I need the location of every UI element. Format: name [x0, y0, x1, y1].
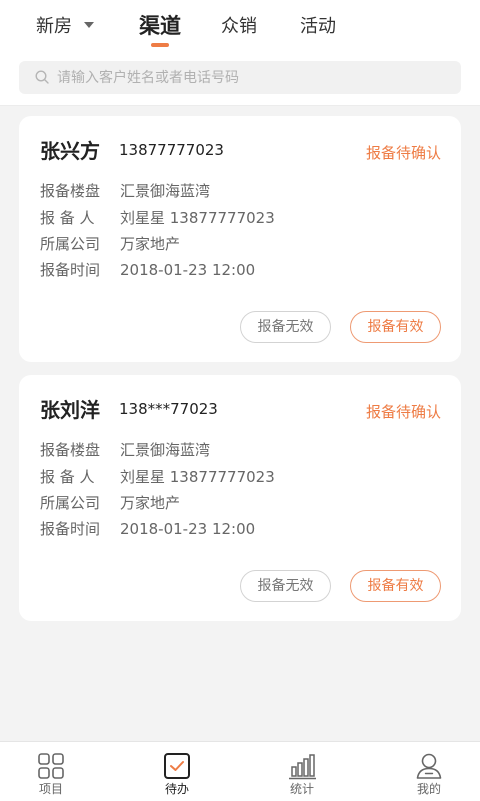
report-valid-button[interactable]: 报备有效: [350, 311, 441, 343]
customer-phone: 138***77023: [119, 400, 218, 418]
tabbar-item-wode[interactable]: 我的: [389, 742, 469, 801]
chevron-down-icon: [84, 22, 94, 28]
info-label: 报备楼盘: [40, 182, 101, 200]
info-row-project: 报备楼盘 汇景御海蓝湾: [40, 439, 210, 460]
tabbar-label: 项目: [38, 782, 63, 796]
tab-xinfang-label: 新房: [36, 16, 72, 37]
info-label: 报备时间: [40, 520, 101, 538]
tab-qudao[interactable]: 渠道: [139, 10, 181, 40]
report-valid-button[interactable]: 报备有效: [350, 570, 441, 602]
tab-xinfang[interactable]: 新房: [36, 12, 94, 38]
info-label: 报 备 人: [40, 468, 95, 486]
search-icon: [35, 70, 49, 84]
info-value: 汇景御海蓝湾: [120, 441, 211, 459]
active-tab-indicator: [151, 43, 169, 47]
info-value: 2018-01-23 12:00: [120, 261, 256, 279]
grid-icon: [38, 753, 64, 779]
info-label: 报 备 人: [40, 209, 95, 227]
info-value: 刘星星 13877777023: [120, 209, 275, 227]
info-row-time: 报备时间 2018-01-23 12:00: [40, 259, 255, 280]
tabbar-label: 待办: [164, 782, 189, 796]
info-value: 2018-01-23 12:00: [120, 520, 256, 538]
top-tabs: 新房 渠道 众销 活动: [0, 0, 480, 52]
info-row-project: 报备楼盘 汇景御海蓝湾: [40, 180, 210, 201]
report-card: 张兴方 13877777023 报备待确认 报备楼盘 汇景御海蓝湾 报 备 人 刘星…: [19, 116, 461, 362]
info-row-time: 报备时间 2018-01-23 12:00: [40, 518, 255, 539]
tabbar-item-tongji[interactable]: 统计: [262, 742, 342, 801]
user-icon: [416, 753, 442, 779]
tabbar-label: 统计: [289, 782, 314, 796]
report-invalid-button[interactable]: 报备无效: [240, 311, 331, 343]
info-value: 万家地产: [120, 235, 181, 253]
info-value: 汇景御海蓝湾: [120, 182, 211, 200]
info-value: 万家地产: [120, 494, 181, 512]
checkbox-icon: [164, 753, 190, 779]
bottom-tabbar: 项目 待办 统计 我的: [0, 741, 480, 801]
tab-huodong[interactable]: 活动: [300, 12, 336, 38]
report-card: 张刘洋 138***77023 报备待确认 报备楼盘 汇景御海蓝湾 报 备 人 刘星…: [19, 375, 461, 621]
info-row-reporter: 报 备 人 刘星星 13877777023: [40, 466, 275, 487]
customer-name: 张兴方: [40, 139, 100, 163]
customer-phone: 13877777023: [119, 141, 224, 159]
info-row-company: 所属公司 万家地产: [40, 233, 180, 254]
bar-chart-icon: [289, 754, 316, 780]
report-invalid-button[interactable]: 报备无效: [240, 570, 331, 602]
top-header: 新房 渠道 众销 活动: [0, 0, 480, 106]
info-label: 报备时间: [40, 261, 101, 279]
info-row-reporter: 报 备 人 刘星星 13877777023: [40, 207, 275, 228]
search-bar[interactable]: [19, 61, 461, 94]
status-badge: 报备待确认: [365, 403, 441, 421]
customer-name: 张刘洋: [40, 398, 100, 422]
info-row-company: 所属公司 万家地产: [40, 492, 180, 513]
tabbar-item-daiban[interactable]: 待办: [137, 742, 217, 801]
tabbar-label: 我的: [416, 782, 441, 796]
info-label: 报备楼盘: [40, 441, 101, 459]
tabbar-item-xiangmu[interactable]: 项目: [11, 742, 91, 801]
tab-zhongxiao[interactable]: 众销: [221, 12, 257, 38]
info-label: 所属公司: [40, 235, 101, 253]
info-label: 所属公司: [40, 494, 101, 512]
info-value: 刘星星 13877777023: [120, 468, 275, 486]
status-badge: 报备待确认: [365, 144, 441, 162]
search-input[interactable]: [57, 61, 447, 94]
